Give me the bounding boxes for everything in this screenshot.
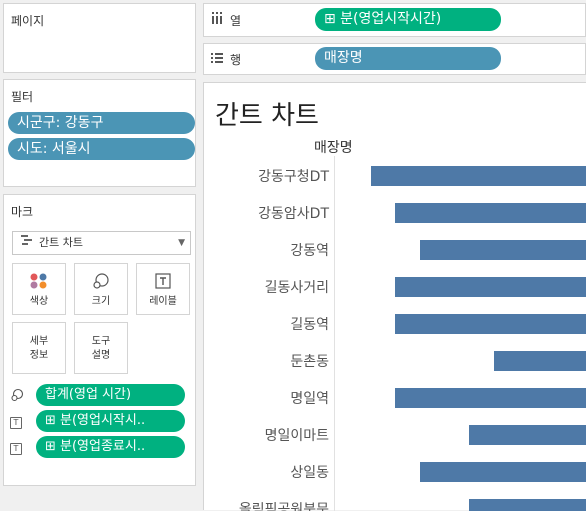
gantt-bar[interactable] <box>469 499 586 511</box>
tooltip-button[interactable]: 도구 설명 <box>74 322 128 374</box>
pages-title: 페이지 <box>11 14 45 28</box>
row-label: 강동암사DT <box>258 206 329 222</box>
detail-button-label: 세부 정보 <box>29 336 49 361</box>
label-button-label: 레이블 <box>149 296 177 307</box>
gantt-bar[interactable] <box>395 388 586 408</box>
mark-field-size[interactable]: 합계(영업 시간) <box>36 384 185 406</box>
row-label: 길동사거리 <box>265 280 329 296</box>
tooltip-button-label: 도구 설명 <box>91 336 111 361</box>
row-label: 상일동 <box>290 465 329 481</box>
columns-icon <box>211 12 223 27</box>
pages-card[interactable]: 페이지 <box>3 3 196 73</box>
detail-button[interactable]: 세부 정보 <box>12 322 66 374</box>
gantt-bar[interactable] <box>395 314 586 334</box>
rows-icon <box>211 52 223 67</box>
size-button-label: 크기 <box>91 296 111 307</box>
row-label: 길동역 <box>290 317 329 333</box>
gantt-bar[interactable] <box>371 166 586 186</box>
rows-shelf[interactable]: 행 매장명 <box>203 43 586 75</box>
text-label-icon <box>137 272 189 290</box>
filter-pill-sido[interactable]: 시도: 서울시 <box>8 138 195 160</box>
marks-card[interactable]: 마크 간트 차트 ▼ 색상 크기 레이블 세부 정보 도구 설명 합계(영업 시… <box>3 194 196 486</box>
rows-shelf-label: 행 <box>230 53 242 67</box>
text-label-icon: T <box>10 415 22 429</box>
mark-type-dropdown[interactable]: 간트 차트 ▼ <box>12 231 191 255</box>
columns-pill[interactable]: ⊞ 분(영업시작시간) <box>315 8 501 31</box>
row-label: 명일이마트 <box>265 428 330 444</box>
gantt-bar[interactable] <box>469 425 586 445</box>
gantt-bar[interactable] <box>420 240 586 260</box>
label-button[interactable]: 레이블 <box>136 263 190 315</box>
filter-pill-sigungu[interactable]: 시군구: 강동구 <box>8 112 195 134</box>
filters-title: 필터 <box>11 90 34 104</box>
text-label-icon: T <box>10 441 22 455</box>
row-label: 강동구청DT <box>258 169 329 185</box>
color-button[interactable]: 색상 <box>12 263 66 315</box>
size-button[interactable]: 크기 <box>74 263 128 315</box>
size-small-icon <box>10 388 24 405</box>
gantt-chart: 강동구청DT강동암사DT강동역길동사거리길동역둔촌동명일역명일이마트상일동올림픽… <box>239 166 586 511</box>
row-label: 둔촌동 <box>290 354 329 370</box>
row-label: 강동역 <box>290 243 329 259</box>
gantt-bar[interactable] <box>494 351 586 371</box>
size-icon <box>75 272 127 290</box>
gantt-bar[interactable] <box>395 203 586 223</box>
chevron-down-icon: ▼ <box>178 238 185 248</box>
color-dots-icon <box>13 272 65 290</box>
color-button-label: 색상 <box>29 296 49 307</box>
chart-view: 간트 차트 매장명 강동구청DT 강동암사DT 강동역 길동사거리 길동역 둔촌동 명일역 명… <box>203 82 586 511</box>
columns-shelf-label: 열 <box>230 14 242 28</box>
columns-shelf[interactable]: 열 ⊞ 분(영업시작시간) <box>203 3 586 37</box>
mark-type-label: 간트 차트 <box>39 236 83 249</box>
rows-pill[interactable]: 매장명 <box>315 47 501 70</box>
marks-title: 마크 <box>11 205 34 219</box>
gantt-bar-icon <box>20 232 34 254</box>
mark-field-label-start[interactable]: ⊞ 분(영업시작시.. <box>36 410 185 432</box>
gantt-bar[interactable] <box>420 462 586 482</box>
row-label: 명일역 <box>290 391 329 407</box>
mark-field-label-end[interactable]: ⊞ 분(영업종료시.. <box>36 436 185 458</box>
filters-card[interactable]: 필터 시군구: 강동구 시도: 서울시 <box>3 79 196 187</box>
gantt-bar[interactable] <box>395 277 586 297</box>
